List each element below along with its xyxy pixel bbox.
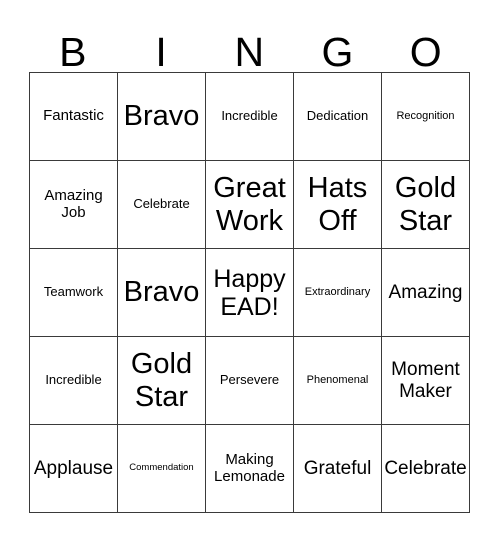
bingo-cell-label: Dedication [306, 108, 369, 124]
bingo-card: B I N G O Fantastic Bravo Incredible Dedica… [0, 0, 500, 544]
bingo-cell[interactable]: Dedication [294, 73, 382, 161]
bingo-cell-label: Commendation [129, 462, 194, 474]
bingo-cell-label: Celebrate [133, 196, 190, 212]
bingo-cell[interactable]: Incredible [206, 73, 294, 161]
bingo-cell[interactable]: Extraordinary [294, 249, 382, 337]
bingo-cell-label: Happy EAD! [213, 264, 286, 321]
bingo-cell[interactable]: Gold Star [382, 161, 470, 249]
bingo-cell-label: Moment Maker [391, 359, 460, 402]
bingo-cell-label: Gold Star [394, 172, 457, 237]
bingo-cell[interactable]: Amazing [382, 249, 470, 337]
bingo-cell[interactable]: Teamwork [30, 249, 118, 337]
bingo-cell-label: Fantastic [43, 107, 104, 125]
bingo-cell-label: Great Work [213, 172, 286, 237]
bingo-cell-label: Applause [33, 457, 114, 479]
bingo-cell[interactable]: Happy EAD! [206, 249, 294, 337]
bingo-cell[interactable]: Hats Off [294, 161, 382, 249]
bingo-cell[interactable]: Gold Star [118, 337, 206, 425]
bingo-cell[interactable]: Persevere [206, 337, 294, 425]
bingo-cell-label: Incredible [221, 108, 278, 124]
bingo-cell-label: Bravo [123, 100, 200, 133]
bingo-cell[interactable]: Celebrate [118, 161, 206, 249]
bingo-cell-label: Hats Off [307, 172, 368, 237]
bingo-cell[interactable]: Fantastic [30, 73, 118, 161]
bingo-header-letter-b: B [59, 29, 88, 76]
bingo-cell-label: Bravo [123, 276, 200, 309]
bingo-cell[interactable]: Applause [30, 425, 118, 513]
bingo-cell-label: Recognition [396, 110, 455, 123]
bingo-cell-label: Phenomenal [306, 374, 369, 387]
bingo-header-letter-i: I [155, 29, 168, 76]
bingo-cell-label: Grateful [303, 457, 372, 479]
bingo-cell[interactable]: Amazing Job [30, 161, 118, 249]
bingo-cell[interactable]: Commendation [118, 425, 206, 513]
bingo-cell[interactable]: Grateful [294, 425, 382, 513]
bingo-header: B I N G O [29, 18, 470, 76]
bingo-cell-label: Amazing Job [44, 186, 103, 221]
bingo-cell[interactable]: Incredible [30, 337, 118, 425]
bingo-header-letter-o: O [409, 29, 443, 76]
bingo-cell-label: Extraordinary [304, 286, 371, 299]
bingo-header-letter-n: N [234, 29, 265, 76]
bingo-cell-label: Gold Star [130, 348, 193, 413]
bingo-cell-label: Making Lemonade [214, 450, 285, 485]
bingo-cell[interactable]: Bravo [118, 73, 206, 161]
bingo-cell[interactable]: Celebrate [382, 425, 470, 513]
bingo-grid: Fantastic Bravo Incredible Dedication Recogn… [29, 72, 470, 513]
bingo-cell-label: Celebrate [384, 457, 467, 479]
bingo-cell-label: Amazing [388, 281, 463, 303]
bingo-cell-label: Incredible [45, 372, 102, 388]
bingo-cell[interactable]: Making Lemonade [206, 425, 294, 513]
bingo-header-letter-g: G [321, 29, 354, 76]
bingo-cell-label: Persevere [219, 372, 280, 388]
bingo-cell[interactable]: Moment Maker [382, 337, 470, 425]
bingo-cell-label: Teamwork [43, 284, 104, 300]
bingo-cell[interactable]: Phenomenal [294, 337, 382, 425]
bingo-cell[interactable]: Great Work [206, 161, 294, 249]
bingo-cell[interactable]: Bravo [118, 249, 206, 337]
bingo-cell[interactable]: Recognition [382, 73, 470, 161]
